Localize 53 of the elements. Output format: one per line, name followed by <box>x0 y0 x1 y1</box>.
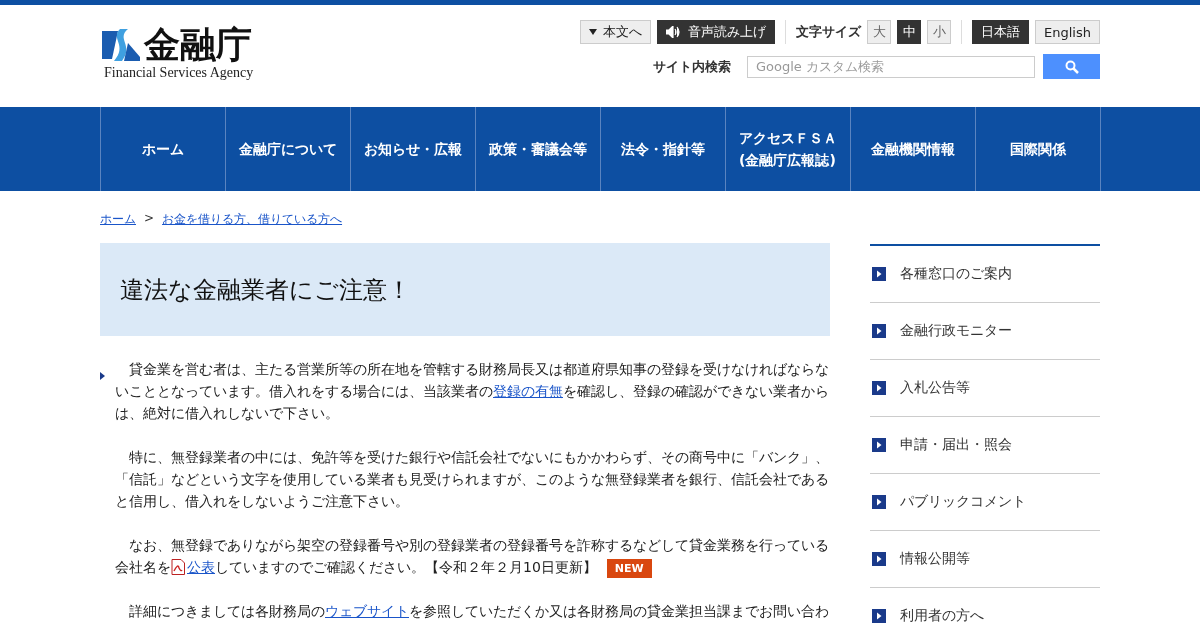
arrow-square-icon <box>872 495 886 509</box>
nav-item[interactable]: ホーム <box>100 107 226 191</box>
text-link[interactable]: ウェブサイト <box>325 603 409 619</box>
new-badge: NEW <box>606 559 652 578</box>
font-size-button[interactable]: 小 <box>927 20 952 44</box>
search-field[interactable]: Google カスタム検索 <box>747 55 1035 78</box>
text-link[interactable]: 登録の有無 <box>493 383 563 399</box>
logo-subtitle: Financial Services Agency <box>104 65 254 81</box>
caret-icon <box>589 29 598 35</box>
bullet-icon <box>100 372 105 380</box>
speaker-icon <box>666 26 683 38</box>
body-paragraph: 詳細につきましては各財務局のウェブサイト を参照していただくか又は各財務局の貸金業担当課までお問い合わ <box>128 602 830 621</box>
nav-item[interactable]: 金融機関情報 <box>850 107 976 191</box>
logo-name: 金融庁 <box>144 25 252 65</box>
nav-item[interactable]: お知らせ・広報 <box>350 107 476 191</box>
sidebar-link[interactable]: 申請・届出・照会 <box>870 417 1100 474</box>
sidebar-link[interactable]: 各種窓口のご案内 <box>870 246 1100 303</box>
arrow-square-icon <box>872 438 886 452</box>
body-paragraph: 貸金業を営む者は、主たる営業所等の所在地を管轄する財務局長又は都道府県知事の登録を受けなければならないこととなっています。借入れをする場合には、当該業者の登録の有無を確認し、登録の確認ができない業者からは、絶対に借入れしないで下さい。 <box>115 360 830 423</box>
arrow-square-icon <box>872 267 886 281</box>
language-button[interactable]: English <box>1035 20 1100 44</box>
language-button[interactable]: 日本語 <box>972 20 1030 44</box>
read-aloud-button[interactable]: 音声読み上げ <box>657 20 776 44</box>
body-paragraph: なお、無登録でありながら架空の登録番号や別の登録業者の登録番号を詐称するなどして貸金業務を行っている会社名を 公表 していますのでご確認ください。【令和２年２月10日更新】 NEW <box>115 534 830 578</box>
page-title: 違法な金融業者にご注意！ <box>100 243 830 336</box>
breadcrumb-link[interactable]: ホーム <box>100 211 136 228</box>
sidebar-link[interactable]: パブリックコメント <box>870 474 1100 531</box>
arrow-square-icon <box>872 609 886 623</box>
sidebar-link[interactable]: 入札公告等 <box>870 360 1100 417</box>
nav-item[interactable]: 法令・指針等 <box>600 107 726 191</box>
nav-item[interactable]: 政策・審議会等 <box>475 107 601 191</box>
search-label: サイト内検索 <box>653 57 731 76</box>
arrow-square-icon <box>872 552 886 566</box>
sidebar-link[interactable]: 金融行政モニター <box>870 303 1100 360</box>
body-paragraph: 特に、無登録業者の中には、免許等を受けた銀行や信託会社でないにもかかわらず、その商号中に「バンク」、「信託」などという文字を使用している業者も見受けられますが、このような無登録業者を銀行、信託会社であると信用し、借入れをしないようご注意下さい。 <box>115 448 830 511</box>
breadcrumb-separator: > <box>144 211 155 227</box>
arrow-square-icon <box>872 324 886 338</box>
pdf-icon <box>171 559 185 575</box>
font-size-button[interactable]: 中 <box>897 20 922 44</box>
pdf-link[interactable]: 公表 <box>187 559 215 575</box>
font-size-label: 文字サイズ <box>796 23 862 41</box>
search-icon <box>1064 59 1079 74</box>
nav-item[interactable]: 金融庁について <box>225 107 351 191</box>
nav-item[interactable]: アクセスＦＳＡ (金融庁広報誌) <box>725 107 851 191</box>
nav-item[interactable]: 国際関係 <box>975 107 1101 191</box>
logo-icon <box>100 27 142 63</box>
arrow-square-icon <box>872 381 886 395</box>
search-button[interactable] <box>1043 54 1100 79</box>
font-size-button[interactable]: 大 <box>867 20 892 44</box>
sidebar-link[interactable]: 利用者の方へ <box>870 588 1100 630</box>
skip-to-content-button[interactable]: 本文へ <box>580 20 652 44</box>
breadcrumb-link[interactable]: お金を借りる方、借りている方へ <box>162 211 343 228</box>
sidebar-link[interactable]: 情報公開等 <box>870 531 1100 588</box>
